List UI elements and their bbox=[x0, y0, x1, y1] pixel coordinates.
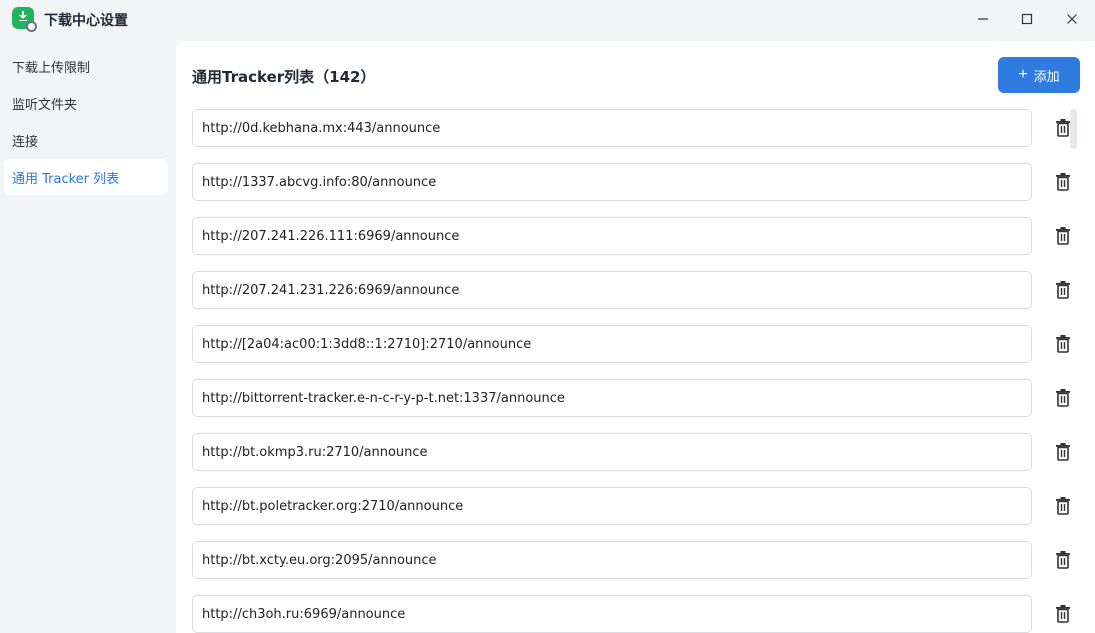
sidebar-item-connection[interactable]: 连接 bbox=[4, 122, 168, 158]
tracker-row: http://bt.okmp3.ru:2710/announce bbox=[192, 433, 1072, 487]
sidebar-item-label: 监听文件夹 bbox=[12, 97, 78, 113]
close-button[interactable] bbox=[1049, 0, 1095, 38]
tracker-row: http://bt.xcty.eu.org:2095/announce bbox=[192, 541, 1072, 595]
tracker-url-input[interactable]: http://bittorrent-tracker.e-n-c-r-y-p-t.… bbox=[192, 379, 1032, 417]
tracker-row: http://bittorrent-tracker.e-n-c-r-y-p-t.… bbox=[192, 379, 1072, 433]
sidebar-item-label: 下载上传限制 bbox=[12, 60, 91, 76]
tracker-row: http://ch3oh.ru:6969/announce bbox=[192, 595, 1072, 633]
trash-icon bbox=[1056, 389, 1070, 407]
download-app-icon bbox=[12, 7, 37, 32]
tracker-url-input[interactable]: http://1337.abcvg.info:80/announce bbox=[192, 163, 1032, 201]
delete-tracker-button[interactable] bbox=[1052, 279, 1074, 301]
sidebar-item-tracker-list[interactable]: 通用 Tracker 列表 bbox=[4, 159, 168, 195]
trash-icon bbox=[1056, 173, 1070, 191]
delete-tracker-button[interactable] bbox=[1052, 495, 1074, 517]
tracker-url-input[interactable]: http://bt.poletracker.org:2710/announce bbox=[192, 487, 1032, 525]
tracker-row: http://1337.abcvg.info:80/announce bbox=[192, 163, 1072, 217]
sidebar-item-label: 通用 Tracker 列表 bbox=[12, 171, 120, 187]
tracker-row: http://0d.kebhana.mx:443/announce bbox=[192, 109, 1072, 163]
list-scrollbar[interactable] bbox=[1070, 109, 1077, 149]
tracker-url-input[interactable]: http://207.241.231.226:6969/announce bbox=[192, 271, 1032, 309]
tracker-url-input[interactable]: http://bt.okmp3.ru:2710/announce bbox=[192, 433, 1032, 471]
trash-icon bbox=[1056, 497, 1070, 515]
settings-sidebar: 下载上传限制 监听文件夹 连接 通用 Tracker 列表 bbox=[0, 48, 176, 196]
sidebar-item-label: 连接 bbox=[12, 134, 39, 150]
tracker-row: http://[2a04:ac00:1:3dd8::1:2710]:2710/a… bbox=[192, 325, 1072, 379]
delete-tracker-button[interactable] bbox=[1052, 387, 1074, 409]
delete-tracker-button[interactable] bbox=[1052, 225, 1074, 247]
tracker-url-input[interactable]: http://bt.xcty.eu.org:2095/announce bbox=[192, 541, 1032, 579]
sidebar-item-transfer-limits[interactable]: 下载上传限制 bbox=[4, 48, 168, 84]
trash-icon bbox=[1056, 227, 1070, 245]
page-title: 通用Tracker列表（142） bbox=[192, 68, 376, 86]
trash-icon bbox=[1056, 551, 1070, 569]
delete-tracker-button[interactable] bbox=[1052, 441, 1074, 463]
gear-icon bbox=[26, 21, 37, 32]
maximize-icon bbox=[1021, 13, 1033, 25]
tracker-url-input[interactable]: http://ch3oh.ru:6969/announce bbox=[192, 595, 1032, 633]
tracker-row: http://bt.poletracker.org:2710/announce bbox=[192, 487, 1072, 541]
add-tracker-button[interactable]: + 添加 bbox=[998, 57, 1080, 93]
trash-icon bbox=[1056, 335, 1070, 353]
trash-icon bbox=[1056, 119, 1070, 137]
trash-icon bbox=[1056, 605, 1070, 623]
sidebar-item-watch-folder[interactable]: 监听文件夹 bbox=[4, 85, 168, 121]
tracker-list: http://0d.kebhana.mx:443/announce http:/… bbox=[192, 109, 1072, 633]
delete-tracker-button[interactable] bbox=[1052, 549, 1074, 571]
tracker-url-input[interactable]: http://0d.kebhana.mx:443/announce bbox=[192, 109, 1032, 147]
maximize-button[interactable] bbox=[1004, 0, 1050, 38]
delete-tracker-button[interactable] bbox=[1052, 171, 1074, 193]
trash-icon bbox=[1056, 281, 1070, 299]
plus-icon: + bbox=[1018, 66, 1028, 83]
close-icon bbox=[1067, 14, 1077, 24]
tracker-row: http://207.241.231.226:6969/announce bbox=[192, 271, 1072, 325]
trash-icon bbox=[1056, 443, 1070, 461]
minimize-button[interactable] bbox=[960, 0, 1006, 38]
tracker-url-input[interactable]: http://[2a04:ac00:1:3dd8::1:2710]:2710/a… bbox=[192, 325, 1032, 363]
title-bar: 下载中心设置 bbox=[0, 0, 1095, 40]
minimize-icon bbox=[978, 18, 988, 20]
delete-tracker-button[interactable] bbox=[1052, 603, 1074, 625]
tracker-panel: 通用Tracker列表（142） + 添加 http://0d.kebhana.… bbox=[176, 41, 1095, 633]
tracker-row: http://207.241.226.111:6969/announce bbox=[192, 217, 1072, 271]
window-title: 下载中心设置 bbox=[44, 13, 128, 29]
add-tracker-label: 添加 bbox=[1033, 68, 1060, 84]
tracker-url-input[interactable]: http://207.241.226.111:6969/announce bbox=[192, 217, 1032, 255]
settings-window: 下载中心设置 下载上传限制 监听文件夹 连接 通用 Tracker 列表 通用T… bbox=[0, 0, 1095, 633]
delete-tracker-button[interactable] bbox=[1052, 333, 1074, 355]
